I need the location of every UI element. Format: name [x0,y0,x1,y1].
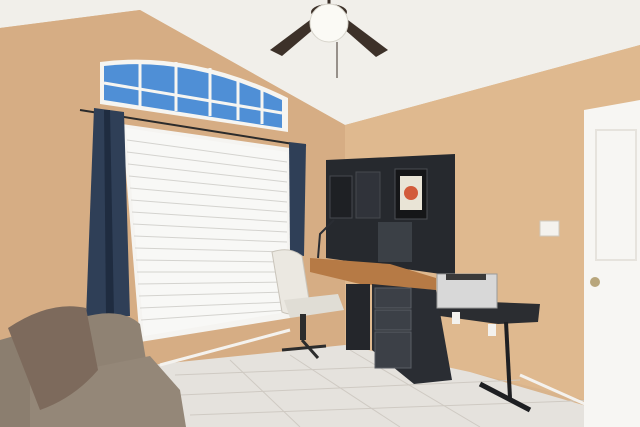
light-switch [539,220,560,237]
fan-light [309,3,349,43]
door-knob [590,277,600,287]
curtain-right [289,142,306,256]
wall-outlet-2 [488,324,496,336]
desk-drawers [374,287,412,369]
room-photo [0,0,640,427]
wall-outlet [452,312,460,324]
hutch-shelf-mid [355,171,381,219]
desk-monitor-area [378,222,412,262]
hutch-shelf-left [329,175,353,219]
door [584,100,640,427]
desk-cabinet-left [346,284,370,350]
